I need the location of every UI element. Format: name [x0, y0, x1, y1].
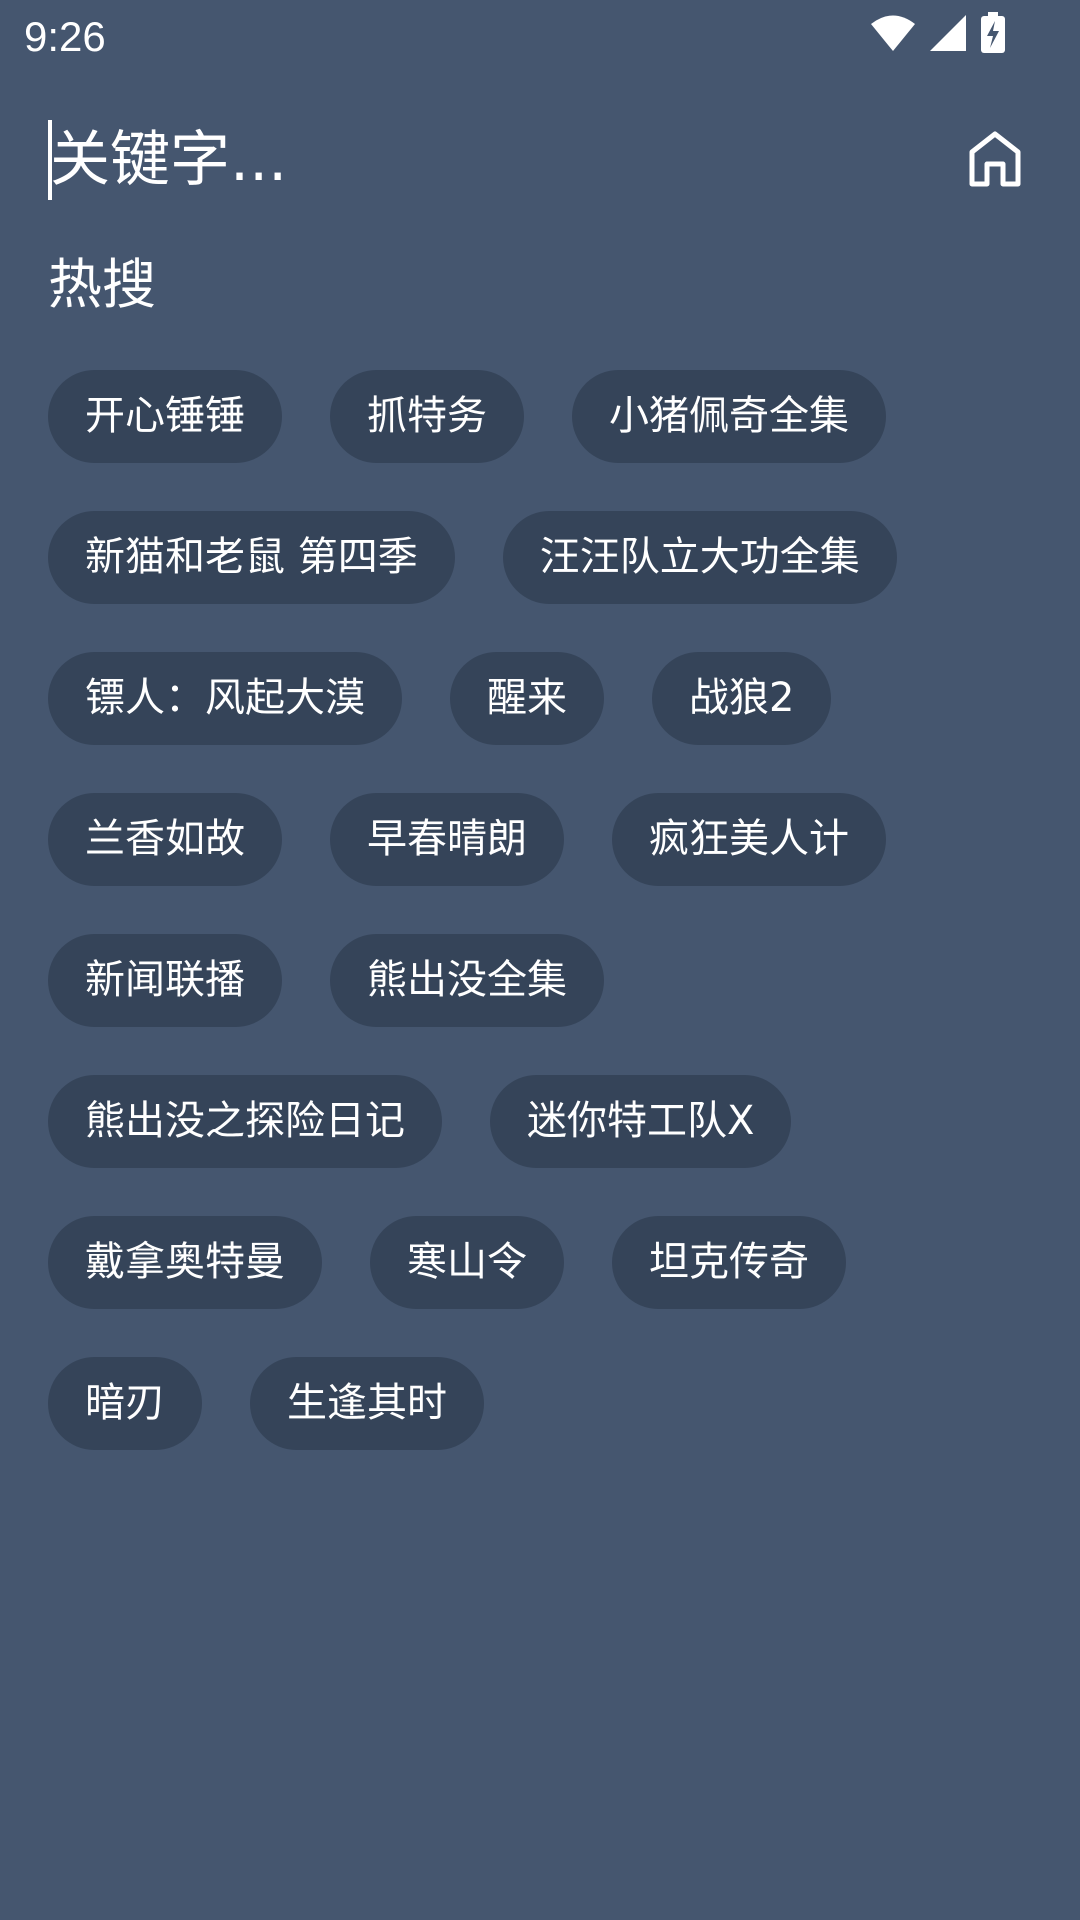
home-button[interactable]: [960, 126, 1030, 196]
chip-row: 新猫和老鼠 第四季 汪汪队立大功全集: [48, 511, 1038, 604]
hot-search-chip[interactable]: 小猪佩奇全集: [572, 370, 886, 463]
hot-search-chip[interactable]: 新闻联播: [48, 934, 282, 1027]
hot-search-chip[interactable]: 熊出没之探险日记: [48, 1075, 442, 1168]
cellular-signal-icon: [928, 13, 968, 57]
hot-search-chip[interactable]: 迷你特工队X: [490, 1075, 792, 1168]
status-bar: 9:26: [0, 0, 1080, 72]
hot-search-chip[interactable]: 战狼2: [652, 652, 832, 745]
battery-charging-icon: [980, 12, 1006, 58]
chip-row: 镖人：风起大漠 醒来 战狼2: [48, 652, 1038, 745]
status-time: 9:26: [24, 13, 106, 60]
hot-search-chip[interactable]: 坦克传奇: [612, 1216, 846, 1309]
hot-search-chip[interactable]: 汪汪队立大功全集: [502, 511, 897, 604]
hot-search-chip[interactable]: 早春晴朗: [330, 793, 564, 886]
hot-search-chip[interactable]: 新猫和老鼠 第四季: [48, 511, 455, 604]
hot-search-chip[interactable]: 镖人：风起大漠: [48, 652, 402, 745]
search-bar: [0, 110, 1080, 210]
chip-row: 开心锤锤 抓特务 小猪佩奇全集: [48, 370, 1038, 463]
chip-row: 暗刃 生逢其时: [48, 1357, 1038, 1450]
hot-search-chips: 开心锤锤 抓特务 小猪佩奇全集 新猫和老鼠 第四季 汪汪队立大功全集 镖人：风起大漠 醒来战…: [48, 370, 1038, 1450]
chip-row: 新闻联播 熊出没全集: [48, 934, 1038, 1027]
status-icons: [870, 12, 1006, 58]
hot-search-chip[interactable]: 寒山令: [370, 1216, 564, 1309]
hot-search-chip[interactable]: 熊出没全集: [330, 934, 604, 1027]
hot-search-chip[interactable]: 戴拿奥特曼: [48, 1216, 322, 1309]
wifi-icon: [870, 13, 916, 57]
chip-row: 兰香如故 早春晴朗 疯狂美人计: [48, 793, 1038, 886]
hot-search-title: 热搜: [48, 253, 156, 316]
hot-search-chip[interactable]: 醒来: [450, 652, 604, 745]
chip-row: 熊出没之探险日记 迷你特工队X: [48, 1075, 1038, 1168]
hot-search-chip[interactable]: 疯狂美人计: [612, 793, 886, 886]
search-input[interactable]: [50, 116, 910, 204]
hot-search-chip[interactable]: 暗刃: [48, 1357, 202, 1450]
hot-search-chip[interactable]: 兰香如故: [48, 793, 282, 886]
hot-search-chip[interactable]: 生逢其时: [250, 1357, 484, 1450]
chip-row: 戴拿奥特曼 寒山令 坦克传奇: [48, 1216, 1038, 1309]
hot-search-chip[interactable]: 开心锤锤: [48, 370, 282, 463]
home-icon: [967, 130, 1023, 192]
hot-search-chip[interactable]: 抓特务: [330, 370, 524, 463]
